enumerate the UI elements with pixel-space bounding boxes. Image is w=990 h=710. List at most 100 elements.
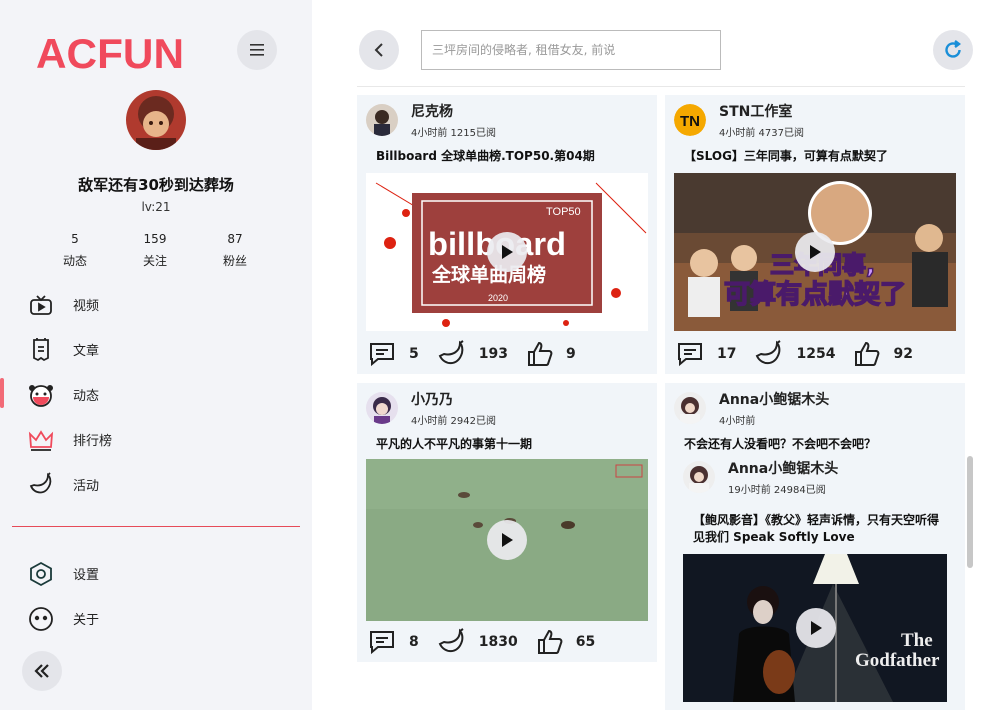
post-title[interactable]: 平凡的人不平凡的事第十一期 [376,436,532,453]
stat-following[interactable]: 159 关注 [115,232,195,269]
thumbs-up-icon [537,629,563,654]
back-button[interactable] [359,30,399,70]
chevron-left-icon [374,43,383,57]
thumbs-up-icon [855,341,880,366]
post-actions: 17 1254 92 [675,340,931,368]
feed-card[interactable]: TN STN工作室 4小时前 4737已阅 【SLOG】三年同事，可算有点默契了… [665,95,965,374]
author-name[interactable]: 尼克杨 [411,104,496,120]
thumbs-up-icon [527,341,553,366]
hamburger-icon [250,44,264,56]
banana-icon [438,628,464,653]
refresh-icon [945,40,961,58]
author-name[interactable]: 小乃乃 [411,392,496,408]
sidebar-nav-secondary: 设置 关于 [0,551,312,641]
repost-meta: 19小时前 24984已阅 [728,485,826,496]
sidebar-item-settings[interactable]: 设置 [0,551,312,596]
play-icon [502,245,513,259]
svg-text:The: The [901,630,933,651]
reposted-content[interactable]: Anna小鲍锯木头 19小时前 24984已阅 [683,461,838,496]
comment-button[interactable]: 5 [367,341,419,367]
svg-text:全球单曲周榜: 全球单曲周榜 [431,263,546,286]
video-icon [28,292,54,318]
play-button[interactable] [487,520,527,560]
card-header: Anna小鲍锯木头 4小时前 [674,392,829,427]
post-meta: 4小时前 [719,416,756,427]
search-input[interactable] [421,30,721,70]
stat-fans[interactable]: 87 粉丝 [195,232,275,269]
post-actions: 8 1830 65 [367,628,613,656]
sidebar-item-article[interactable]: 文章 [0,327,312,372]
acfun-logo[interactable]: ACFUN [36,30,186,74]
like-button[interactable]: 92 [853,340,913,368]
author-avatar[interactable] [366,104,398,136]
user-stats: 5 动态 159 关注 87 粉丝 [35,232,275,269]
crown-icon [28,427,54,453]
like-button[interactable]: 9 [526,340,576,368]
post-meta: 4小时前 1215已阅 [411,128,496,139]
collapse-sidebar-button[interactable] [22,651,62,691]
menu-button[interactable] [237,30,277,70]
video-thumbnail[interactable]: 三年同事, 可算有点默契了 [674,173,956,331]
sidebar-item-ranking[interactable]: 排行榜 [0,417,312,462]
banana-button[interactable]: 193 [437,340,508,368]
refresh-button[interactable] [933,30,973,70]
username: 敌军还有30秒到达葬场 [78,176,234,194]
sidebar-item-about[interactable]: 关于 [0,596,312,641]
author-name[interactable]: Anna小鲍锯木头 [719,392,829,408]
post-meta: 4小时前 4737已阅 [719,128,804,139]
svg-text:Godfather: Godfather [855,650,940,671]
play-button[interactable] [795,232,835,272]
user-level: lv:21 [141,200,171,214]
about-icon [28,606,54,632]
repost-author-name[interactable]: Anna小鲍锯木头 [728,461,838,477]
banana-icon [438,340,464,365]
video-thumbnail[interactable]: TOP50 billboard 全球单曲周榜 2020 [366,173,648,331]
repost-title[interactable]: 【鲍风影音】《教父》轻声诉情，只有天空听得 见我们 Speak Softly L… [693,512,939,546]
dynamic-icon [28,382,54,408]
banana-button[interactable]: 1254 [754,340,835,368]
banana-icon [28,471,54,498]
feed-card[interactable]: Anna小鲍锯木头 4小时前 不会还有人没看吧？不会吧不会吧？ Anna小鲍锯木… [665,383,965,710]
comment-button[interactable]: 8 [367,629,419,655]
like-button[interactable]: 65 [536,628,595,656]
comment-icon [370,343,394,367]
card-header: 尼克杨 4小时前 1215已阅 [366,104,496,139]
stat-posts[interactable]: 5 动态 [35,232,115,269]
author-avatar[interactable] [674,392,706,424]
author-name[interactable]: STN工作室 [719,104,804,120]
comment-icon [370,631,394,655]
post-title[interactable]: 不会还有人没看吧？不会吧不会吧？ [684,436,876,453]
svg-text:TOP50: TOP50 [546,206,581,218]
feed-scrollbar[interactable] [967,456,973,568]
video-thumbnail[interactable] [366,459,648,621]
play-button[interactable] [487,232,527,272]
top-divider [357,86,965,87]
comment-button[interactable]: 17 [675,341,736,367]
repost-header: Anna小鲍锯木头 19小时前 24984已阅 [683,461,838,496]
play-button[interactable] [796,608,836,648]
svg-text:ACFUN: ACFUN [36,30,184,74]
user-avatar[interactable] [126,90,186,150]
repost-author-avatar[interactable] [683,461,715,493]
play-icon [811,621,822,635]
double-chevron-left-icon [34,664,49,678]
svg-text:2020: 2020 [488,293,508,303]
feed-card[interactable]: 小乃乃 4小时前 2942已阅 平凡的人不平凡的事第十一期 8 1830 65 [357,383,657,662]
author-avatar[interactable] [366,392,398,424]
sidebar-divider [12,526,300,527]
post-title[interactable]: 【SLOG】三年同事，可算有点默契了 [684,148,888,165]
author-avatar[interactable]: TN [674,104,706,136]
video-thumbnail[interactable]: The Godfather [683,554,947,702]
feed-card[interactable]: 尼克杨 4小时前 1215已阅 Billboard 全球单曲榜.TOP50.第0… [357,95,657,374]
sidebar-item-activity[interactable]: 活动 [0,462,312,507]
sidebar-item-dynamic[interactable]: 动态 [0,372,312,417]
article-icon [28,337,54,363]
banana-button[interactable]: 1830 [437,628,518,656]
play-icon [502,533,513,547]
card-header: 小乃乃 4小时前 2942已阅 [366,392,496,427]
sidebar-item-video[interactable]: 视频 [0,282,312,327]
post-meta: 4小时前 2942已阅 [411,416,496,427]
svg-text:可算有点默契了: 可算有点默契了 [724,279,906,310]
post-title[interactable]: Billboard 全球单曲榜.TOP50.第04期 [376,148,595,165]
sidebar: ACFUN 敌军还有30秒到达葬场 lv:21 5 动态 159 关注 87 粉丝 视… [0,0,312,710]
